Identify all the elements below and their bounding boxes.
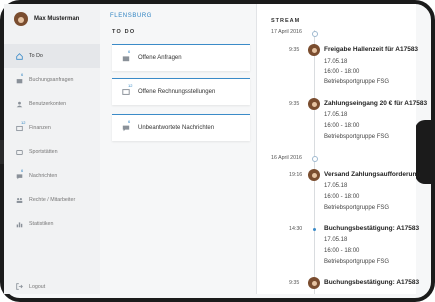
event-time: 14:30 (289, 226, 303, 232)
todo-title: TO DO (112, 29, 136, 35)
stream-date: 16 April 2016 (271, 155, 302, 161)
stream-panel: STREAM 17 April 2016 9:35 Freigabe Halle… (256, 4, 427, 294)
event-title[interactable]: Buchungsbestätigung: A17583 (324, 225, 419, 232)
todo-card-offene-anfragen[interactable]: 6 Offene Anfragen (112, 44, 250, 71)
inbox-icon: 6 (16, 72, 23, 84)
sidebar-item-statistiken[interactable]: Statistiken (4, 212, 100, 236)
stream-title: STREAM (271, 18, 301, 24)
logo: FLENSBURG (110, 13, 153, 19)
logout-button[interactable]: Logout (4, 283, 100, 290)
sidebar-item-label: Statistiken (29, 221, 54, 227)
message-icon: 6 (16, 168, 23, 180)
sidebar-item-todo[interactable]: To Do (4, 44, 100, 68)
todo-card-offene-rechnungsstellungen[interactable]: 12 Offene Rechnungsstellungen (112, 78, 250, 105)
badge: 6 (21, 71, 24, 77)
sidebar: Max Musterman To Do 6 Buchungsanfragen B… (4, 4, 101, 294)
event-title[interactable]: Versand Zahlungsaufforderung (324, 171, 420, 178)
logout-label: Logout (29, 283, 46, 290)
sidebar-nav: To Do 6 Buchungsanfragen Benutzerkonten … (4, 44, 100, 236)
event-date: 17.05.18 (324, 59, 348, 65)
sidebar-item-rechte-mitarbeiter[interactable]: Rechte / Mitarbeiter (4, 188, 100, 212)
event-group: Betriebsportgruppe FSG (324, 205, 390, 211)
sidebar-item-finanzen[interactable]: 12 Finanzen (4, 116, 100, 140)
event-date: 17.05.18 (324, 183, 348, 189)
sidebar-item-label: Finanzen (29, 125, 51, 131)
sidebar-item-label: To Do (29, 53, 43, 59)
home-icon (16, 52, 23, 60)
sidebar-item-nachrichten[interactable]: 6 Nachrichten (4, 164, 100, 188)
avatar (308, 98, 320, 110)
wallet-icon: 12 (16, 120, 25, 132)
event-date: 17.05.18 (324, 112, 348, 118)
sidebar-item-label: Nachrichten (29, 173, 58, 179)
event-time: 19:16 (289, 172, 303, 178)
avatar (308, 277, 320, 289)
timeline-event-dot (313, 228, 316, 231)
sidebar-item-sportstaetten[interactable]: Sportstätten (4, 140, 100, 164)
inbox-icon: 6 (122, 49, 130, 62)
event-title[interactable]: Buchungsbestätigung: A17583 (324, 279, 419, 286)
event-title[interactable]: Freigabe Hallenzeit für A17583 (324, 46, 418, 53)
sidebar-item-label: Sportstätten (29, 149, 58, 155)
event-title[interactable]: Zahlungseingang 20 € für A17583 (324, 100, 427, 107)
avatar (14, 12, 28, 26)
logout-icon (16, 283, 23, 290)
event-time-range: 16:00 - 18:00 (324, 69, 360, 75)
sidebar-item-label: Benutzerkonten (29, 101, 67, 107)
event-time: 9:35 (289, 47, 300, 53)
timeline-date-dot (312, 156, 318, 162)
timeline-line (314, 30, 315, 294)
event-time-range: 16:00 - 18:00 (324, 194, 360, 200)
event-date: 17.05.18 (324, 237, 348, 243)
card-label: Offene Rechnungsstellungen (138, 89, 216, 95)
badge: 6 (128, 49, 131, 54)
message-icon: 6 (122, 119, 130, 132)
badge: 12 (21, 119, 26, 125)
invoice-icon: 12 (122, 83, 132, 96)
todo-panel: FLENSBURG TO DO 6 Offene Anfragen 12 Off… (100, 4, 256, 294)
user-icon (16, 101, 23, 108)
badge: 6 (21, 167, 24, 173)
sidebar-item-label: Rechte / Mitarbeiter (29, 197, 76, 203)
people-icon (16, 197, 23, 204)
sidebar-item-buchungsanfragen[interactable]: 6 Buchungsanfragen (4, 68, 100, 92)
avatar (308, 44, 320, 56)
badge: 6 (128, 119, 131, 124)
sidebar-item-benutzerkonten[interactable]: Benutzerkonten (4, 92, 100, 116)
event-group: Betriebsportgruppe FSG (324, 259, 390, 265)
user-profile[interactable]: Max Musterman (14, 12, 79, 26)
event-group: Betriebsportgruppe FSG (324, 79, 390, 85)
avatar (308, 169, 320, 181)
stream-date: 17 April 2016 (271, 29, 302, 35)
event-time: 9:35 (289, 280, 300, 286)
chart-icon (16, 221, 23, 228)
timeline-date-dot (312, 31, 318, 37)
event-time-range: 16:00 - 18:00 (324, 248, 360, 254)
sidebar-item-label: Buchungsanfragen (29, 77, 74, 83)
todo-card-unbeantwortete-nachrichten[interactable]: 6 Unbeantwortete Nachrichten (112, 114, 250, 141)
stadium-icon (16, 149, 23, 156)
card-label: Unbeantwortete Nachrichten (138, 125, 215, 131)
badge: 12 (128, 83, 133, 88)
event-time-range: 16:00 - 18:00 (324, 123, 360, 129)
event-time: 9:35 (289, 101, 300, 107)
event-group: Betriebsportgruppe FSG (324, 134, 390, 140)
card-label: Offene Anfragen (138, 55, 182, 61)
user-name: Max Musterman (34, 16, 80, 22)
